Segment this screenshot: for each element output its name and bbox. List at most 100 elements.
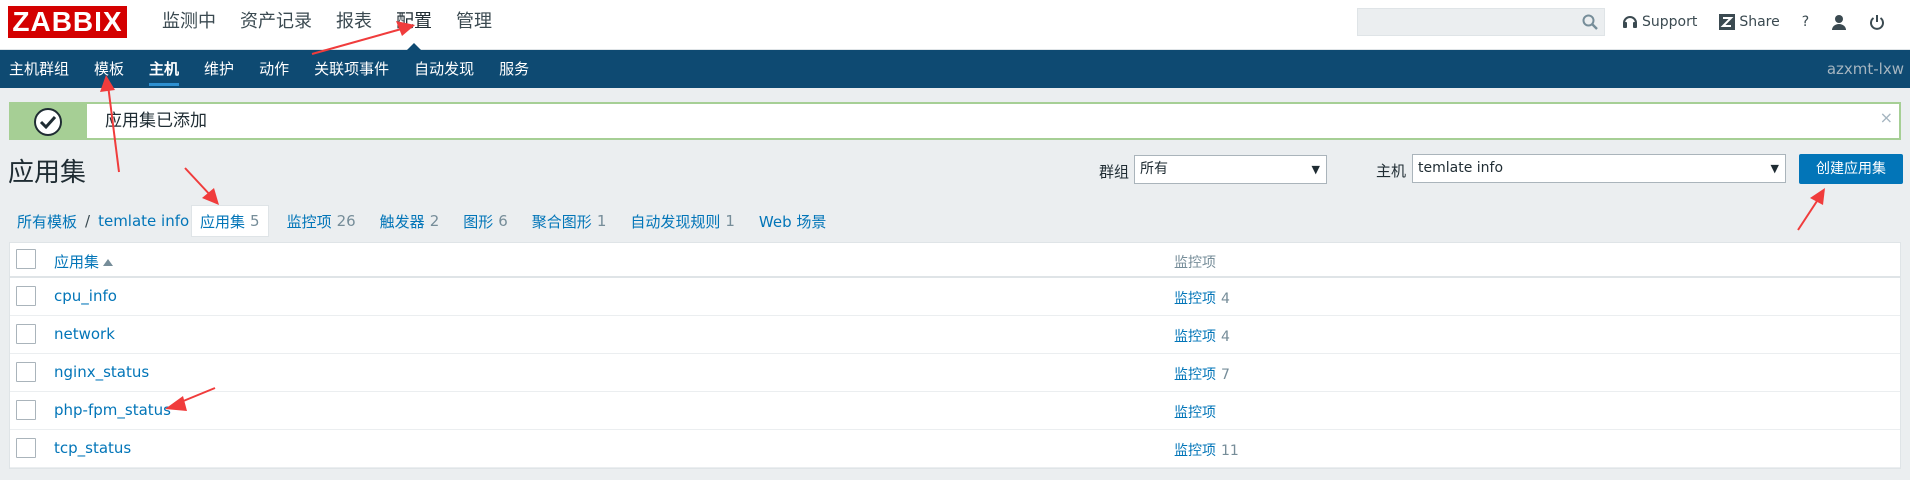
group-select-value: 所有 [1140,161,1168,177]
top-menu-configuration-label: 配置 [396,11,432,32]
application-items-link[interactable]: 监控项 4 [1174,288,1230,308]
search-icon[interactable] [1582,14,1598,30]
sub-menu-hosts[interactable]: 主机 [149,50,180,88]
user-icon [1832,15,1847,30]
close-icon[interactable]: × [1880,108,1893,127]
sub-menu-templates[interactable]: 模板 [94,50,124,88]
row-checkbox[interactable] [16,362,36,382]
tab-label: 监控项 [286,212,332,231]
table-header: 应用集 监控项 [10,243,1900,278]
search-input[interactable] [1357,8,1605,36]
application-name-link[interactable]: network [54,325,115,343]
headset-icon [1623,16,1637,28]
application-name-link[interactable]: nginx_status [54,363,149,381]
profile-link[interactable] [1831,14,1847,30]
sort-by-name-link[interactable]: 应用集 [54,251,114,272]
top-bar: ZABBIX 监测中 资产记录 报表 配置 管理 Support Share ? [0,0,1910,51]
application-name-link[interactable]: tcp_status [54,439,131,457]
top-links: Support Share ? [1622,0,1907,44]
items-column-header: 监控项 [1174,255,1216,271]
applications-table: 应用集 监控项 cpu_info 监控项 4 network 监控项 4 nginx… [9,242,1901,469]
tab-label: 聚合图形 [531,212,592,231]
breadcrumb-separator: / [85,212,91,230]
tab-items[interactable]: 监控项 26 [287,205,356,237]
sub-menu-discovery[interactable]: 自动发现 [414,50,474,88]
items-count: 4 [1221,329,1230,345]
top-menu-administration[interactable]: 管理 [444,0,504,50]
breadcrumb: 所有模板 / temlate info [17,205,189,237]
top-menu-monitoring[interactable]: 监测中 [150,0,228,50]
host-filter-label: 主机 [1376,162,1407,180]
row-checkbox[interactable] [16,324,36,344]
application-items-link[interactable]: 监控项 4 [1174,326,1230,346]
create-application-button[interactable]: 创建应用集 [1799,154,1903,184]
host-select[interactable]: temlate info ▼ [1412,154,1786,183]
row-checkbox[interactable] [16,400,36,420]
tab-graphs[interactable]: 图形 6 [463,205,508,237]
table-row: tcp_status 监控项 11 [10,430,1900,468]
items-count: 11 [1221,443,1239,459]
share-z-icon [1719,14,1736,30]
items-link-label: 监控项 [1174,405,1216,421]
success-message-text: 应用集已添加 [105,111,207,131]
chevron-down-icon: ▼ [1311,163,1320,176]
chevron-down-icon: ▼ [1770,162,1779,175]
table-row: nginx_status 监控项 7 [10,354,1900,392]
success-message: 应用集已添加 × [9,102,1901,140]
tab-discovery-rules[interactable]: 自动发现规则 1 [630,205,735,237]
tab-label: 自动发现规则 [630,212,721,231]
tab-label: 图形 [463,212,494,231]
support-link[interactable]: Support [1622,14,1697,30]
application-items-link[interactable]: 监控项 [1174,402,1221,422]
tab-label: 应用集 [200,212,246,231]
group-select[interactable]: 所有 ▼ [1134,155,1327,184]
tab-screens[interactable]: 聚合图形 1 [532,205,607,237]
sub-menu-host-groups[interactable]: 主机群组 [9,50,69,88]
select-all-checkbox[interactable] [16,249,36,269]
tab-count: 5 [250,212,260,230]
arrow-to-applications-tab [184,167,219,205]
items-link-label: 监控项 [1174,329,1216,345]
page-title: 应用集 [8,158,87,188]
sub-menu-event-correlation[interactable]: 关联项事件 [314,50,389,88]
top-menu-reports[interactable]: 报表 [324,0,384,50]
tab-triggers[interactable]: 触发器 2 [380,205,440,237]
sub-menu-services[interactable]: 服务 [499,50,529,88]
tab-count: 26 [336,212,356,230]
breadcrumb-all-templates[interactable]: 所有模板 [17,211,77,232]
items-link-label: 监控项 [1174,367,1216,383]
application-items-link[interactable]: 监控项 11 [1174,440,1239,460]
group-filter-label: 群组 [1099,163,1130,181]
tab-web-scenarios[interactable]: Web 场景 [759,205,831,237]
table-row: php-fpm_status 监控项 [10,392,1900,430]
table-row: cpu_info 监控项 4 [10,278,1900,316]
power-icon [1870,15,1885,30]
tab-applications[interactable]: 应用集 5 [191,205,269,237]
success-icon-box [11,104,87,138]
application-name-link[interactable]: php-fpm_status [54,401,171,419]
application-items-link[interactable]: 监控项 7 [1174,364,1230,384]
logout-link[interactable] [1869,14,1885,30]
arrow-to-create-button [1797,188,1825,231]
top-menu-inventory[interactable]: 资产记录 [228,0,324,50]
row-checkbox[interactable] [16,438,36,458]
items-count: 7 [1221,367,1230,383]
share-label: Share [1739,14,1780,30]
share-link[interactable]: Share [1719,14,1780,30]
zabbix-logo[interactable]: ZABBIX [8,6,127,38]
template-tabs: 应用集 5 监控项 26 触发器 2 图形 6 聚合图形 1 自动发现规则 1 Web 场景 [191,205,855,237]
tab-count: 6 [498,212,508,230]
application-name-link[interactable]: cpu_info [54,287,117,305]
top-menu: 监测中 资产记录 报表 配置 管理 [150,0,504,51]
sub-menu-maintenance[interactable]: 维护 [204,50,234,88]
items-link-label: 监控项 [1174,443,1216,459]
table-row: network 监控项 4 [10,316,1900,354]
top-menu-configuration[interactable]: 配置 [384,0,444,51]
tab-count: 1 [596,212,607,230]
sub-menu-actions[interactable]: 动作 [259,50,289,88]
row-checkbox[interactable] [16,286,36,306]
current-user: azxmt-lxw [1826,60,1904,78]
check-circle-icon [34,108,62,136]
breadcrumb-template[interactable]: temlate info [98,212,189,230]
help-link[interactable]: ? [1802,14,1809,30]
